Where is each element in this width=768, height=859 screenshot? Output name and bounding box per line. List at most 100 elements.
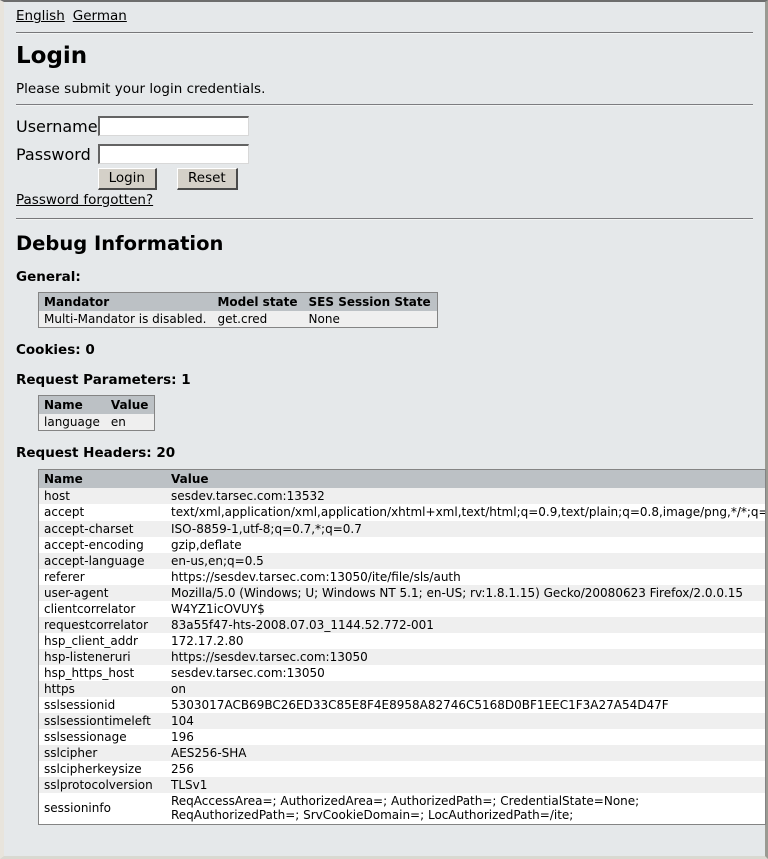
- header-name-cell: hsp_client_addr: [44, 633, 138, 648]
- general-header-row: Mandator Model state SES Session State: [38, 292, 438, 311]
- header-name-cell: referer: [44, 569, 85, 584]
- header-value-cell: en-us,en;q=0.5: [171, 553, 264, 568]
- password-forgotten-row: Password forgotten?: [16, 192, 755, 208]
- general-section-label: General:: [16, 269, 81, 285]
- header-name-cell: accept-charset: [44, 521, 134, 536]
- header-name-cell: sslcipher: [44, 745, 98, 760]
- header-value-cell: Mozilla/5.0 (Windows; U; Windows NT 5.1;…: [171, 585, 744, 600]
- header-name-cell: requestcorrelator: [44, 617, 148, 632]
- table-row: sslprotocolversion TLSv1: [38, 776, 766, 793]
- header-name-cell: accept-language: [44, 553, 145, 568]
- headers-header-row: Name Value: [38, 469, 766, 488]
- login-form: Username Password Login Reset: [16, 112, 258, 190]
- table-row: user-agent Mozilla/5.0 (Windows; U; Windo…: [38, 584, 766, 601]
- divider-top: [16, 32, 753, 34]
- debug-title: Debug Information: [16, 232, 224, 255]
- header-name-cell: sslprotocolversion: [44, 777, 153, 792]
- header-value-cell: 172.17.2.80: [171, 633, 244, 648]
- table-row: hsp_client_addr 172.17.2.80: [38, 632, 766, 649]
- header-name-cell: sslsessionid: [44, 697, 116, 712]
- general-cell-model-state: get.cred: [217, 312, 268, 326]
- table-row: hsp_https_host sesdev.tarsec.com:13050: [38, 664, 766, 681]
- header-value-cell: sesdev.tarsec.com:13050: [171, 665, 325, 680]
- header-value-cell: 196: [171, 729, 194, 744]
- general-table: Mandator Model state SES Session State M…: [38, 292, 438, 328]
- username-cell: [97, 112, 258, 140]
- general-cell-ses-session-state: None: [308, 312, 340, 326]
- cookies-section-label: Cookies: 0: [16, 342, 95, 358]
- header-value-cell: AES256-SHA: [171, 745, 247, 760]
- table-row: host sesdev.tarsec.com:13532: [38, 488, 766, 504]
- username-input[interactable]: [97, 116, 249, 136]
- language-bar: English German: [10, 2, 755, 28]
- header-name-cell: hsp-listeneruri: [44, 649, 131, 664]
- lang-link-german[interactable]: German: [73, 8, 127, 24]
- header-name-cell: user-agent: [44, 585, 109, 600]
- headers-col-name: Name: [38, 469, 166, 488]
- table-row: requestcorrelator 83a55f47-hts-2008.07.03…: [38, 616, 766, 633]
- header-name-cell: sslsessionage: [44, 729, 127, 744]
- username-label: Username: [16, 116, 98, 136]
- header-name-cell: sslsessiontimeleft: [44, 713, 151, 728]
- general-table-head: Mandator Model state SES Session State: [38, 292, 438, 311]
- general-col-mandator: Mandator: [38, 292, 213, 311]
- header-value-cell: ReqAccessArea=; AuthorizedArea=; Authori…: [171, 793, 640, 823]
- table-row: accept-language en-us,en;q=0.5: [38, 552, 766, 569]
- button-row: Login Reset: [16, 168, 258, 190]
- table-row: sslcipherkeysize 256: [38, 760, 766, 777]
- table-row: accept text/xml,application/xml,applicati…: [38, 504, 766, 521]
- username-row: Username: [16, 112, 258, 140]
- header-value-cell: https://sesdev.tarsec.com:13050/ite/file…: [171, 569, 461, 584]
- password-forgotten-link[interactable]: Password forgotten?: [16, 192, 153, 208]
- params-header-row: Name Value: [38, 395, 155, 414]
- button-cell: Login Reset: [97, 168, 258, 190]
- page-container: English German Login Please submit your l…: [0, 0, 768, 859]
- table-row: referer https://sesdev.tarsec.com:13050/i…: [38, 568, 766, 585]
- divider-above-debug: [16, 218, 753, 220]
- lang-link-english[interactable]: English: [16, 8, 65, 24]
- header-value-cell: W4YZ1icOVUY$: [171, 601, 265, 616]
- header-value-cell: 5303017ACB69BC26ED33C85E8F4E8958A82746C5…: [171, 697, 669, 712]
- params-cell-name: language: [44, 415, 100, 429]
- header-name-cell: host: [44, 489, 70, 503]
- header-value-cell: TLSv1: [171, 777, 208, 792]
- header-value-cell: on: [171, 681, 186, 696]
- params-table-body: language en: [38, 414, 155, 431]
- table-row: sslsessionid 5303017ACB69BC26ED33C85E8F4E…: [38, 696, 766, 713]
- table-row: Multi-Mandator is disabled. get.cred Non…: [38, 311, 438, 328]
- header-name-cell: sessioninfo: [44, 801, 111, 816]
- login-button[interactable]: Login: [97, 168, 157, 190]
- table-row: language en: [38, 414, 155, 431]
- params-table-head: Name Value: [38, 395, 155, 414]
- password-label: Password: [16, 144, 91, 164]
- headers-table-body: host sesdev.tarsec.com:13532 accept text/xm…: [38, 488, 766, 825]
- reset-button[interactable]: Reset: [176, 168, 238, 190]
- password-input[interactable]: [97, 144, 249, 164]
- table-row: accept-encoding gzip,deflate: [38, 536, 766, 553]
- header-name-cell: https: [44, 681, 75, 696]
- params-col-name: Name: [38, 395, 106, 414]
- header-value-cell: 83a55f47-hts-2008.07.03_1144.52.772-001: [171, 617, 434, 632]
- table-row: sessioninfo ReqAccessArea=; AuthorizedAre…: [38, 792, 766, 825]
- general-cell-mandator: Multi-Mandator is disabled.: [44, 312, 207, 326]
- table-row: https on: [38, 680, 766, 697]
- header-value-cell: 256: [171, 761, 194, 776]
- login-subtitle: Please submit your login credentials.: [16, 81, 266, 97]
- page-title: Login: [16, 43, 88, 69]
- request-parameters-table: Name Value language en: [38, 395, 156, 431]
- password-cell: [97, 140, 258, 168]
- header-name-cell: clientcorrelator: [44, 601, 136, 616]
- headers-col-value: Value: [166, 469, 766, 488]
- headers-table-head: Name Value: [38, 469, 766, 488]
- header-name-cell: accept-encoding: [44, 537, 144, 552]
- password-row: Password: [16, 140, 258, 168]
- general-table-body: Multi-Mandator is disabled. get.cred Non…: [38, 311, 438, 328]
- header-value-cell: https://sesdev.tarsec.com:13050: [171, 649, 368, 664]
- header-value-cell: ISO-8859-1,utf-8;q=0.7,*;q=0.7: [171, 521, 362, 536]
- table-row: accept-charset ISO-8859-1,utf-8;q=0.7,*;q…: [38, 520, 766, 537]
- general-col-ses-session-state: SES Session State: [303, 292, 438, 311]
- header-value-cell: 104: [171, 713, 194, 728]
- button-row-spacer: [16, 168, 98, 190]
- request-headers-table: Name Value host sesdev.tarsec.com:13532 ac…: [38, 469, 766, 825]
- params-cell-value: en: [110, 415, 126, 429]
